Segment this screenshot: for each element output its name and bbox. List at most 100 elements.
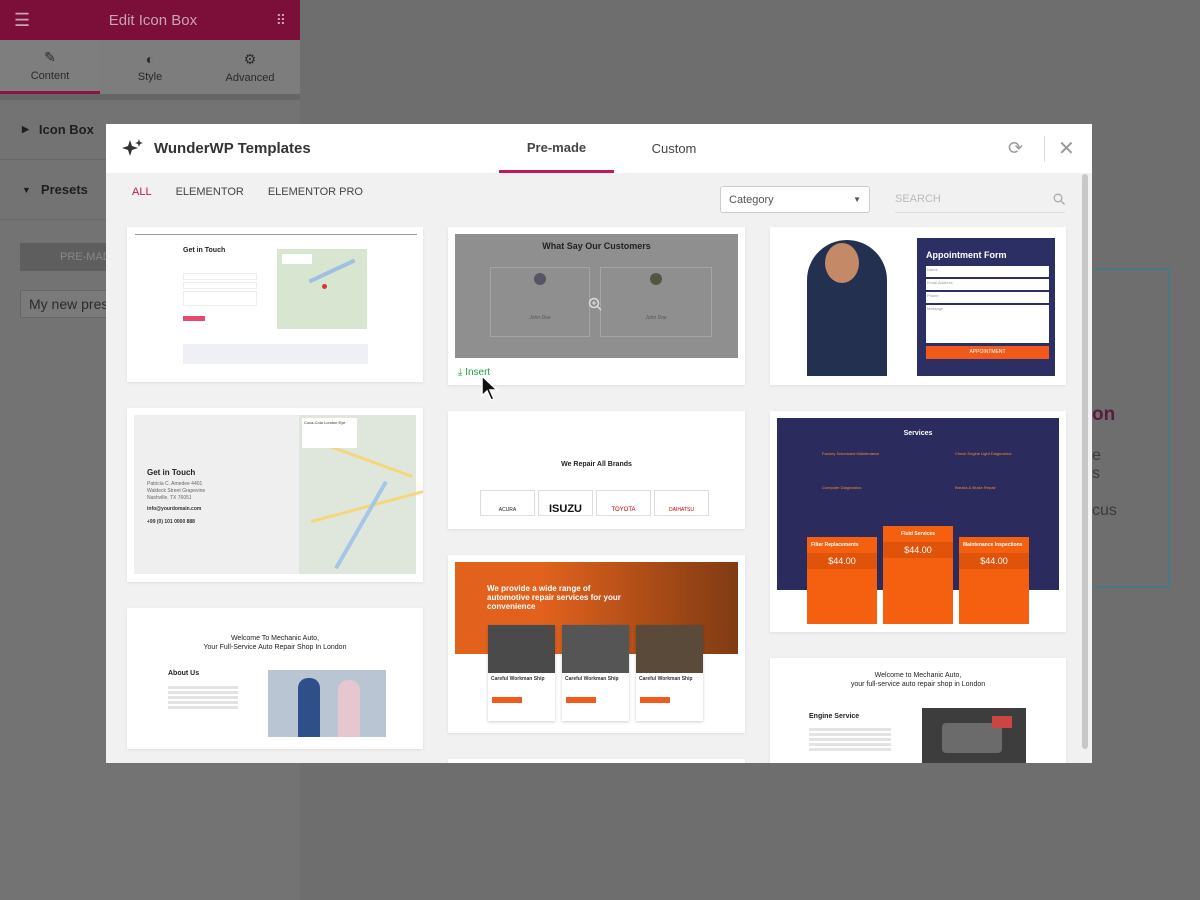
gear-icon: ⚙ (243, 50, 257, 67)
template-card-partial[interactable] (448, 759, 745, 763)
service-card: Careful Workman Ship (488, 625, 555, 721)
tab-style[interactable]: ◐ Style (100, 40, 200, 94)
brand-logo-daihatsu: DAIHATSU (654, 490, 709, 516)
price-card-name: Fluid Services (901, 531, 935, 537)
template-title: What Say Our Customers (542, 241, 651, 251)
tab-premade[interactable]: Pre-made (499, 124, 614, 173)
filter-elementor-pro[interactable]: ELEMENTOR PRO (268, 186, 363, 198)
template-card-services-range[interactable]: We provide a wide range of automotive re… (448, 555, 745, 733)
info-bar (183, 344, 368, 364)
form-field: Message (926, 305, 1049, 343)
heading-line: Welcome to Mechanic Auto, (874, 672, 962, 679)
brand-logo-isuzu: ISUZU (538, 490, 593, 516)
modal-header: WunderWP Templates Pre-made Custom ⟳ ✕ (106, 124, 1092, 173)
service-card-title: Careful Workman Ship (491, 676, 545, 682)
search-input[interactable]: SEARCH (895, 186, 1065, 213)
tab-custom[interactable]: Custom (614, 124, 734, 173)
service-card-title: Careful Workman Ship (639, 676, 693, 682)
templates-modal: WunderWP Templates Pre-made Custom ⟳ ✕ A… (106, 124, 1092, 763)
tab-style-label: Style (137, 71, 163, 83)
tab-content-label: Content (30, 70, 70, 82)
sync-icon[interactable]: ⟳ (1008, 138, 1023, 159)
mouse-cursor-icon (481, 374, 499, 401)
phone-text: +99 (0) 101 0000 888 (147, 519, 195, 525)
service-cards: Careful Workman Ship Careful Workman Shi… (488, 625, 703, 721)
caret-down-icon: ▼ (22, 184, 31, 195)
service-item: Breaks & Brake Repair (955, 485, 996, 490)
modal-title: WunderWP Templates (154, 140, 311, 157)
pencil-icon: ✎ (44, 49, 56, 65)
tab-content[interactable]: ✎ Content (0, 40, 100, 94)
heading-line: Your Full-Service Auto Repair Shop In Lo… (203, 644, 347, 651)
price-card-name: Maintenance Inspections (963, 542, 1023, 548)
service-item: Computer Diagnostics (822, 485, 862, 490)
template-card-appointment[interactable]: Appointment Form Name Email Address Phon… (770, 227, 1066, 385)
price-card-price: $44.00 (807, 553, 877, 569)
category-select[interactable]: Category ▼ (720, 186, 870, 213)
price-card: Fluid Services $44.00 (883, 526, 953, 624)
form-field: Phone (926, 292, 1049, 303)
zoom-icon[interactable] (588, 297, 602, 311)
banner-line: convenience (487, 602, 536, 611)
brand-logo-toyota: TOYOTA (596, 490, 651, 516)
template-card-engine[interactable]: Welcome to Mechanic Auto, your full-serv… (770, 658, 1066, 763)
address-line: Waldeck Street Grapevine (147, 488, 206, 494)
price-card-price: $44.00 (883, 542, 953, 558)
tab-advanced[interactable]: ⚙ Advanced (200, 40, 300, 94)
canvas-text-fragment: on (1092, 404, 1116, 425)
submit-button (183, 316, 205, 321)
heading-line: Welcome To Mechanic Auto, (230, 635, 320, 642)
canvas-text-fragment: e (1092, 447, 1101, 464)
text-lines (168, 684, 238, 711)
filter-elementor[interactable]: ELEMENTOR (176, 186, 244, 198)
template-title: Services (903, 430, 933, 437)
brand-logo-acura: ACURA (480, 490, 535, 516)
apps-grid-icon[interactable]: ⠿ (276, 12, 286, 29)
template-title: Get in Touch (147, 468, 196, 477)
address-line: Nashville, TX 76051 (147, 495, 192, 501)
filter-tabs: ALL ELEMENTOR ELEMENTOR PRO (132, 186, 363, 198)
panel-title: Edit Icon Box (108, 11, 198, 29)
testimonial-card: John Doe (600, 267, 712, 337)
template-title: Get in Touch (183, 247, 226, 254)
form-field: Email Address (926, 279, 1049, 290)
preset-name-input[interactable]: My new pres (20, 290, 120, 318)
close-icon[interactable]: ✕ (1058, 136, 1075, 161)
brand-logos: ACURA ISUZU TOYOTA DAIHATSU (480, 490, 709, 516)
template-card-contact[interactable]: Get in Touch (127, 227, 423, 382)
modal-scrollbar[interactable] (1082, 174, 1088, 749)
filter-all[interactable]: ALL (132, 186, 152, 198)
template-card-services[interactable]: Services Factory Scheduled Maintenance C… (770, 411, 1066, 632)
form-field: Name (926, 266, 1049, 277)
price-card-price: $44.00 (959, 553, 1029, 569)
testimonial-name: John Doe (529, 315, 551, 321)
appointment-button: APPOINTMENT (926, 346, 1049, 359)
mechanics-photo (268, 670, 386, 737)
section-icon-box-label: Icon Box (38, 122, 94, 137)
appointment-banner: Appointment Form Name Email Address Phon… (777, 238, 1055, 376)
template-card-testimonials[interactable]: What Say Our Customers John Doe John Doe (448, 227, 745, 385)
map-place-card: Coca-Cola London Eye (302, 418, 357, 448)
caret-right-icon: ▶ (22, 124, 29, 134)
service-card: Careful Workman Ship (562, 625, 629, 721)
template-card-about[interactable]: Welcome To Mechanic Auto, Your Full-Serv… (127, 608, 423, 749)
canvas-text-fragment: cus (1092, 502, 1117, 519)
banner-line: automotive repair services for your (487, 593, 621, 602)
sparkle-icon (122, 138, 143, 156)
premade-button[interactable]: PRE-MADE (20, 243, 120, 271)
price-card-name: Filter Replacements (811, 542, 859, 548)
testimonial-name: John Doe (645, 315, 667, 321)
hamburger-menu-icon[interactable]: ☰ (14, 10, 30, 31)
testimonial-card: John Doe (490, 267, 590, 337)
template-subtitle: Engine Service (809, 713, 860, 720)
price-card: Maintenance Inspections $44.00 (959, 537, 1029, 624)
banner-line: We provide a wide range of (487, 584, 591, 593)
modal-logo: WunderWP Templates (106, 138, 311, 160)
map-thumbnail (277, 249, 367, 329)
template-card-brands[interactable]: We Repair All Brands ACURA ISUZU TOYOTA … (448, 411, 745, 529)
template-card-contact-map[interactable]: Get in Touch Patricia C. Amedee 4401 Wal… (127, 408, 423, 582)
section-presets-label: Presets (40, 182, 88, 197)
heading-line: your full-service auto repair shop in Lo… (850, 681, 986, 688)
category-select-value: Category (729, 193, 774, 206)
map-thumbnail: Coca-Cola London Eye (299, 415, 423, 574)
